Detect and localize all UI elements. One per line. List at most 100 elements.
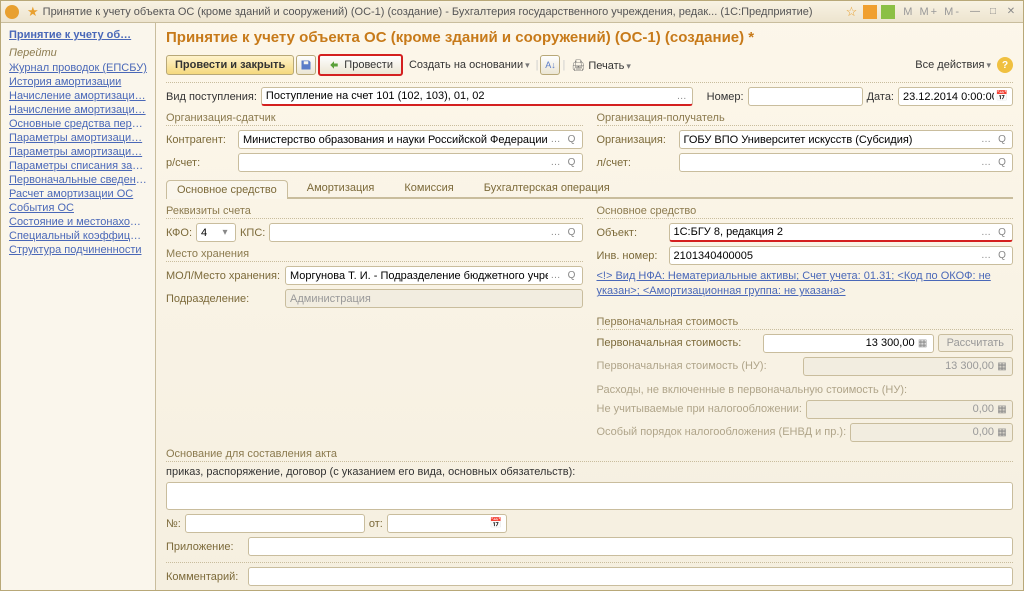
- select-icon[interactable]: …: [548, 270, 564, 281]
- laccount-input[interactable]: [684, 157, 979, 169]
- select-icon[interactable]: …: [978, 134, 994, 145]
- comment-input[interactable]: [253, 571, 1010, 583]
- toolbar-mini-icon2[interactable]: [881, 5, 895, 19]
- sender-group-title: Организация-сдатчик: [166, 112, 583, 126]
- invno-field[interactable]: … Q: [669, 246, 1014, 265]
- open-icon[interactable]: Q: [994, 157, 1010, 168]
- sidebar-link[interactable]: Первоначальные сведени…: [3, 173, 153, 187]
- attachment-field[interactable]: [248, 537, 1013, 556]
- receipt-type-input[interactable]: [266, 90, 674, 102]
- sidebar-link[interactable]: Специальный коэффицие…: [3, 229, 153, 243]
- initial-cost-input[interactable]: [768, 337, 915, 349]
- maximize-button[interactable]: □: [985, 5, 1001, 19]
- object-field[interactable]: … Q: [669, 223, 1014, 242]
- number-field[interactable]: [748, 87, 863, 106]
- calendar-icon[interactable]: 📅: [994, 91, 1010, 102]
- fav-icon[interactable]: ☆: [846, 4, 858, 20]
- laccount-field[interactable]: … Q: [679, 153, 1014, 172]
- minimize-button[interactable]: —: [967, 5, 983, 19]
- sort-icon[interactable]: A↓: [540, 55, 560, 75]
- dropdown-icon[interactable]: ▾: [217, 227, 233, 238]
- basis-field[interactable]: [166, 482, 1013, 510]
- attachment-input[interactable]: [253, 541, 1010, 553]
- sidebar-link[interactable]: Параметры амортизаци…: [3, 145, 153, 159]
- kps-field[interactable]: … Q: [269, 223, 582, 242]
- from-field[interactable]: 📅: [387, 514, 507, 533]
- kfo-field[interactable]: ▾: [196, 223, 236, 242]
- number-input[interactable]: [753, 91, 860, 103]
- sidebar-link[interactable]: Начисление амортизаци…: [3, 103, 153, 117]
- open-icon[interactable]: Q: [994, 227, 1010, 238]
- sidebar-link[interactable]: Расчет амортизации ОС: [3, 187, 153, 201]
- initial-cost-field[interactable]: ▦: [763, 334, 934, 353]
- mol-input[interactable]: [290, 270, 548, 282]
- calendar-icon[interactable]: 📅: [488, 518, 504, 529]
- print-menu[interactable]: 🖨 Печать▾: [567, 59, 635, 72]
- nfa-link[interactable]: <!> Вид НФА: Нематериальные активы; Счет…: [597, 269, 1014, 300]
- date-input[interactable]: [903, 91, 994, 103]
- org-field[interactable]: … Q: [679, 130, 1014, 149]
- all-actions-menu[interactable]: Все действия▾: [911, 59, 995, 71]
- open-icon[interactable]: Q: [564, 157, 580, 168]
- invno-input[interactable]: [674, 250, 979, 262]
- open-icon[interactable]: Q: [994, 134, 1010, 145]
- sidebar-link[interactable]: Основные средства пере…: [3, 117, 153, 131]
- calculate-button[interactable]: Рассчитать: [938, 334, 1013, 352]
- toolbar-mini-icon[interactable]: [863, 5, 877, 19]
- counterparty-input[interactable]: [243, 134, 548, 146]
- m-icons[interactable]: M M+ M-: [903, 6, 961, 18]
- sidebar-link[interactable]: Параметры амортизаци…: [3, 131, 153, 145]
- basis-input[interactable]: [171, 490, 1010, 502]
- object-input[interactable]: [674, 226, 979, 238]
- open-icon[interactable]: Q: [564, 227, 580, 238]
- org-input[interactable]: [684, 134, 979, 146]
- comment-field[interactable]: [248, 567, 1013, 586]
- select-icon[interactable]: …: [978, 227, 994, 238]
- no-input[interactable]: [190, 518, 362, 530]
- calc-icon[interactable]: ▦: [915, 338, 931, 349]
- post-button[interactable]: Провести: [318, 54, 403, 76]
- post-and-close-button[interactable]: Провести и закрыть: [166, 55, 294, 75]
- create-based-menu[interactable]: Создать на основании▾: [405, 59, 534, 71]
- select-icon[interactable]: …: [978, 250, 994, 261]
- help-icon[interactable]: ?: [997, 57, 1013, 73]
- tab-amortization[interactable]: Амортизация: [296, 178, 386, 197]
- close-button[interactable]: ✕: [1003, 5, 1019, 19]
- open-icon[interactable]: Q: [564, 134, 580, 145]
- select-icon[interactable]: …: [548, 157, 564, 168]
- tab-accounting-op[interactable]: Бухгалтерская операция: [473, 178, 621, 197]
- tab-commission[interactable]: Комиссия: [393, 178, 464, 197]
- from-input[interactable]: [392, 518, 488, 530]
- sidebar-link[interactable]: Состояние и местонахожд…: [3, 215, 153, 229]
- kps-input[interactable]: [274, 227, 547, 239]
- counterparty-field[interactable]: … Q: [238, 130, 583, 149]
- sidebar-link[interactable]: Журнал проводок (ЕПСБУ): [3, 61, 153, 75]
- sidebar-link[interactable]: События ОС: [3, 201, 153, 215]
- mol-field[interactable]: … Q: [285, 266, 583, 285]
- kfo-input[interactable]: [201, 227, 217, 239]
- raccount-input[interactable]: [243, 157, 548, 169]
- no-field[interactable]: [185, 514, 365, 533]
- open-icon[interactable]: Q: [994, 250, 1010, 261]
- star-icon[interactable]: ★: [27, 4, 39, 20]
- attachment-label: Приложение:: [166, 541, 244, 553]
- dept-label: Подразделение:: [166, 293, 281, 305]
- select-icon[interactable]: …: [548, 134, 564, 145]
- expenses-label: Расходы, не включенные в первоначальную …: [597, 384, 1014, 396]
- sidebar-heading[interactable]: Принятие к учету об…: [3, 27, 153, 43]
- toolbar: Провести и закрыть Провести Создать на о…: [166, 52, 1013, 83]
- receipt-type-field[interactable]: …: [261, 87, 693, 106]
- open-icon[interactable]: Q: [564, 270, 580, 281]
- sidebar-link[interactable]: Параметры списания зат…: [3, 159, 153, 173]
- sidebar-link[interactable]: История амортизации: [3, 75, 153, 89]
- date-field[interactable]: 📅: [898, 87, 1013, 106]
- raccount-field[interactable]: … Q: [238, 153, 583, 172]
- sidebar-link[interactable]: Начисление амортизаци…: [3, 89, 153, 103]
- select-icon[interactable]: …: [674, 91, 690, 102]
- special-tax-field: 0,00 ▦: [850, 423, 1013, 442]
- select-icon[interactable]: …: [978, 157, 994, 168]
- select-icon[interactable]: …: [548, 227, 564, 238]
- save-icon[interactable]: [296, 55, 316, 75]
- sidebar-link[interactable]: Структура подчиненности: [3, 243, 153, 257]
- tab-main-asset[interactable]: Основное средство: [166, 180, 288, 199]
